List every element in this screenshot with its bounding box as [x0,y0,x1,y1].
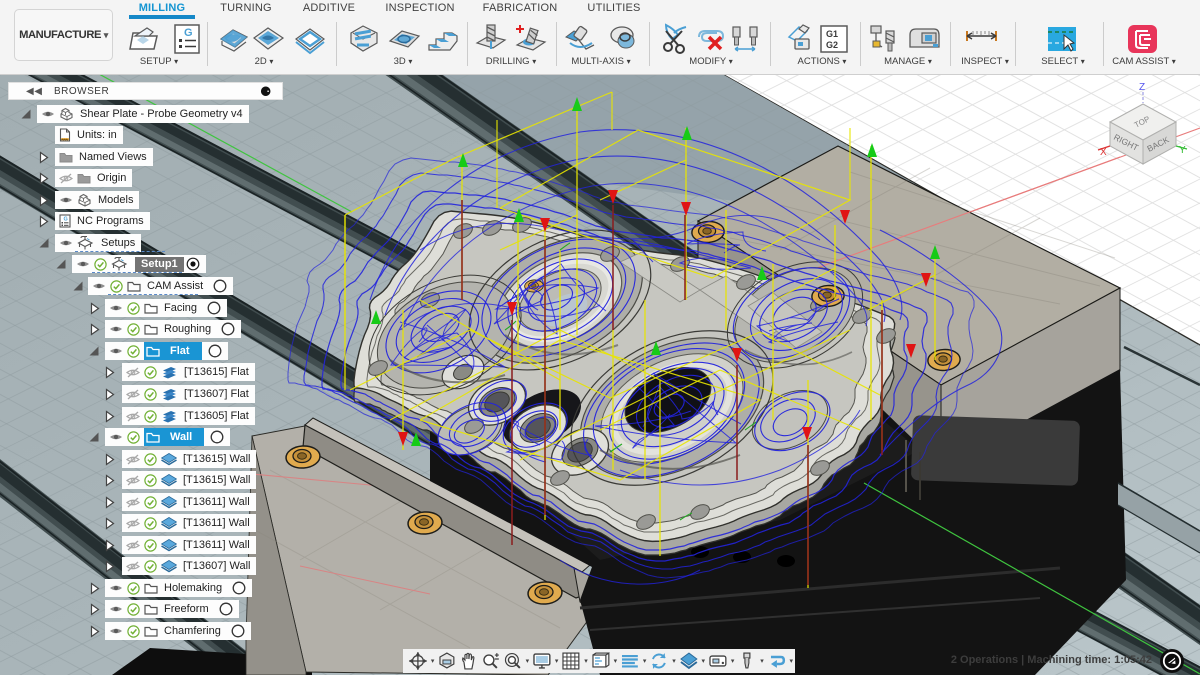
svg-text:G2: G2 [826,40,838,50]
svg-text:G1: G1 [826,29,838,39]
svg-text:Z: Z [1139,82,1145,93]
svg-text:G: G [184,27,193,39]
svg-text:G: G [64,217,68,223]
